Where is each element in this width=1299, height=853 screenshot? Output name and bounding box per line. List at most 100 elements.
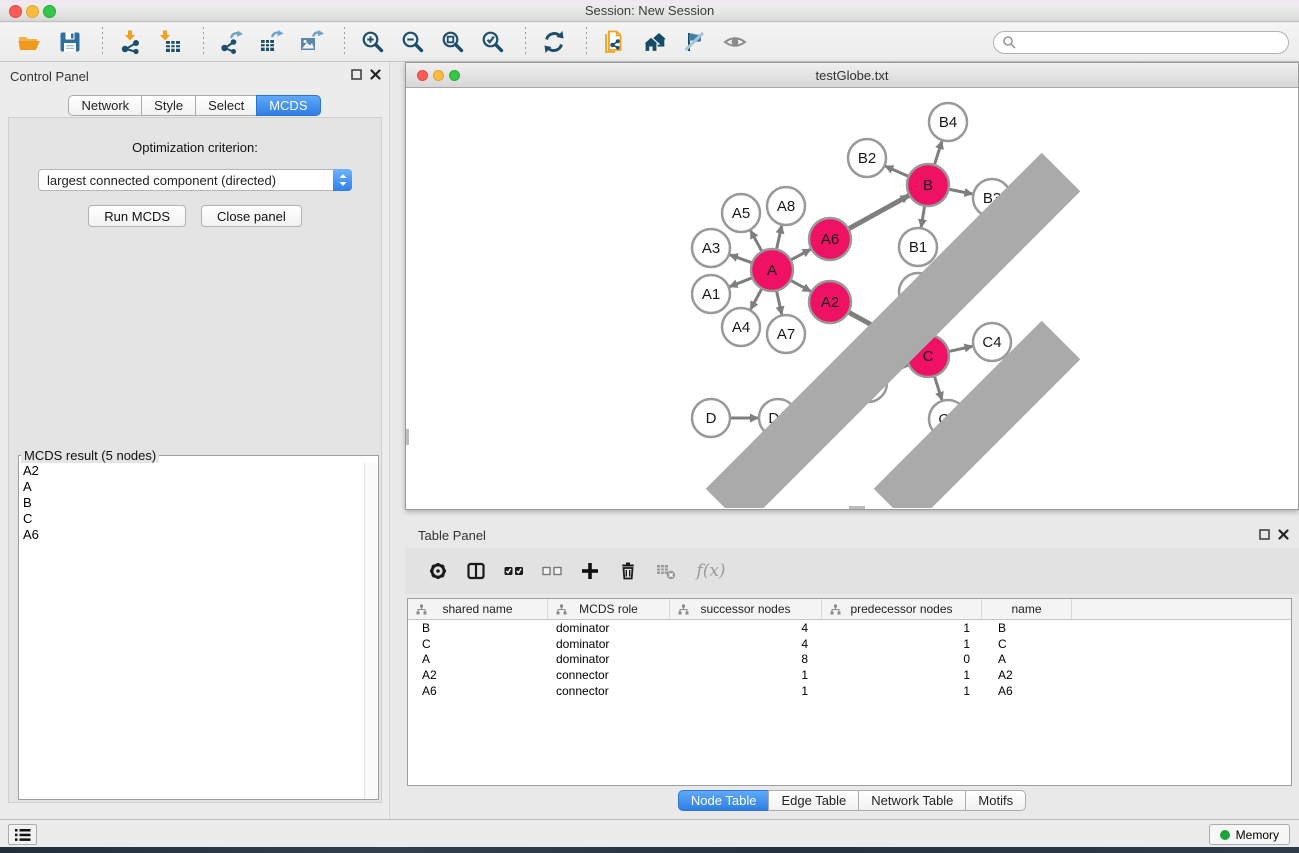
zoom-out-button[interactable] xyxy=(395,25,431,59)
network-view-window: testGlobe.txt B4B2BB3A8A5A6B1A3AC2A1A2A4… xyxy=(405,62,1299,510)
table-tabs: Node Table Edge Table Network Table Moti… xyxy=(405,790,1299,811)
split-view-button[interactable] xyxy=(461,556,491,586)
show-graphics-details-button[interactable] xyxy=(717,25,753,59)
export-image-icon xyxy=(299,29,325,55)
table-row[interactable]: A6 connector 1 1 A6 xyxy=(408,683,1291,699)
export-image-button[interactable] xyxy=(294,25,330,59)
table-row[interactable]: C dominator 4 1 C xyxy=(408,636,1291,652)
zoom-out-icon xyxy=(400,29,426,55)
tab-node-table[interactable]: Node Table xyxy=(678,790,770,811)
export-network-button[interactable] xyxy=(214,25,250,59)
float-panel-icon[interactable] xyxy=(351,69,362,80)
new-network-from-selection-button[interactable] xyxy=(597,25,633,59)
refresh-icon xyxy=(541,29,567,55)
list-item[interactable]: A6 xyxy=(19,527,364,543)
zoom-fit-button[interactable] xyxy=(435,25,471,59)
tab-mcds[interactable]: MCDS xyxy=(256,95,320,116)
zoom-selected-icon xyxy=(480,29,506,55)
zoom-selected-button[interactable] xyxy=(475,25,511,59)
table-row[interactable]: B dominator 4 1 B xyxy=(408,620,1291,636)
table-row[interactable]: A dominator 8 0 A xyxy=(408,652,1291,668)
right-column: testGlobe.txt B4B2BB3A8A5A6B1A3AC2A1A2A4… xyxy=(405,62,1299,819)
delete-table-button[interactable] xyxy=(651,556,681,586)
node-table: shared name MCDS role successor nodes xyxy=(407,598,1292,786)
import-network-button[interactable] xyxy=(113,25,149,59)
optimization-criterion-select[interactable]: largest connected component (directed) xyxy=(38,169,352,191)
column-header-shared-name[interactable]: shared name xyxy=(408,599,548,619)
select-stepper-icon xyxy=(333,169,352,191)
tab-network[interactable]: Network xyxy=(68,95,142,116)
select-all-columns-button[interactable] xyxy=(499,556,529,586)
list-item[interactable]: B xyxy=(19,495,364,511)
refresh-view-button[interactable] xyxy=(536,25,572,59)
run-mcds-button[interactable]: Run MCDS xyxy=(88,205,186,227)
toolbar-separator xyxy=(586,27,587,57)
function-builder-button[interactable]: f(x) xyxy=(689,556,733,586)
toolbar-separator xyxy=(525,27,526,57)
return-to-home-button[interactable] xyxy=(637,25,673,59)
memory-label: Memory xyxy=(1236,828,1279,842)
float-panel-icon[interactable] xyxy=(1259,529,1270,540)
network-canvas[interactable]: B4B2BB3A8A5A6B1A3AC2A1A2A4A7C4CC1C3DD1 xyxy=(406,89,1298,509)
zoom-in-button[interactable] xyxy=(355,25,391,59)
list-item[interactable]: A2 xyxy=(19,463,364,479)
table-panel-header: Table Panel xyxy=(405,520,1299,548)
close-panel-button[interactable]: Close panel xyxy=(201,205,302,227)
mcds-panel-body: Optimization criterion: largest connecte… xyxy=(8,117,382,803)
create-new-column-button[interactable] xyxy=(575,556,605,586)
trash-icon xyxy=(618,561,638,581)
close-panel-icon[interactable] xyxy=(370,69,381,80)
list-item[interactable]: A xyxy=(19,479,364,495)
column-header-mcds-role[interactable]: MCDS role xyxy=(548,599,670,619)
search-field[interactable] xyxy=(993,31,1289,54)
eye-icon xyxy=(722,29,748,55)
hide-graphics-details-button[interactable] xyxy=(677,25,713,59)
tab-motifs[interactable]: Motifs xyxy=(965,790,1026,811)
main-area: Control Panel Network Style Select MCDS … xyxy=(0,62,1299,819)
tab-style[interactable]: Style xyxy=(141,95,196,116)
resize-handle-icon[interactable] xyxy=(405,88,1297,508)
shared-column-icon xyxy=(556,604,567,615)
search-input[interactable] xyxy=(1017,35,1280,49)
shared-column-icon xyxy=(830,604,841,615)
window-titlebar: Session: New Session xyxy=(0,0,1299,22)
column-header-name[interactable]: name xyxy=(982,599,1072,619)
export-table-button[interactable] xyxy=(254,25,290,59)
export-table-icon xyxy=(259,29,285,55)
delete-columns-button[interactable] xyxy=(613,556,643,586)
close-panel-icon[interactable] xyxy=(1278,529,1289,540)
list-icon xyxy=(15,828,31,842)
toolbar-separator xyxy=(344,27,345,57)
import-table-button[interactable] xyxy=(153,25,189,59)
unchecked-boxes-icon xyxy=(542,561,562,581)
result-scrollbar[interactable] xyxy=(364,463,378,799)
import-table-icon xyxy=(158,29,184,55)
mcds-result-box: MCDS result (5 nodes) A2 A B C A6 xyxy=(18,448,379,800)
control-panel-title: Control Panel xyxy=(10,69,89,84)
show-task-history-button[interactable] xyxy=(8,824,37,845)
optimization-criterion-label: Optimization criterion: xyxy=(9,140,381,155)
table-header-row: shared name MCDS role successor nodes xyxy=(408,599,1291,620)
document-network-icon xyxy=(602,29,628,55)
memory-status-icon xyxy=(1220,830,1230,840)
plus-icon xyxy=(580,561,600,581)
column-header-successor-nodes[interactable]: successor nodes xyxy=(670,599,822,619)
shared-column-icon xyxy=(678,604,689,615)
list-item[interactable]: C xyxy=(19,511,364,527)
save-session-button[interactable] xyxy=(52,25,88,59)
search-icon xyxy=(1002,35,1017,50)
checked-boxes-icon xyxy=(504,561,524,581)
toolbar-separator xyxy=(102,27,103,57)
table-panel: Table Panel xyxy=(405,520,1299,818)
save-floppy-icon xyxy=(57,29,83,55)
tab-network-table[interactable]: Network Table xyxy=(858,790,966,811)
open-folder-icon xyxy=(17,29,43,55)
tab-select[interactable]: Select xyxy=(195,95,257,116)
column-header-predecessor-nodes[interactable]: predecessor nodes xyxy=(822,599,982,619)
table-settings-button[interactable] xyxy=(423,556,453,586)
open-session-button[interactable] xyxy=(12,25,48,59)
memory-button[interactable]: Memory xyxy=(1209,824,1290,845)
table-row[interactable]: A2 connector 1 1 A2 xyxy=(408,667,1291,683)
unselect-all-columns-button[interactable] xyxy=(537,556,567,586)
tab-edge-table[interactable]: Edge Table xyxy=(768,790,859,811)
